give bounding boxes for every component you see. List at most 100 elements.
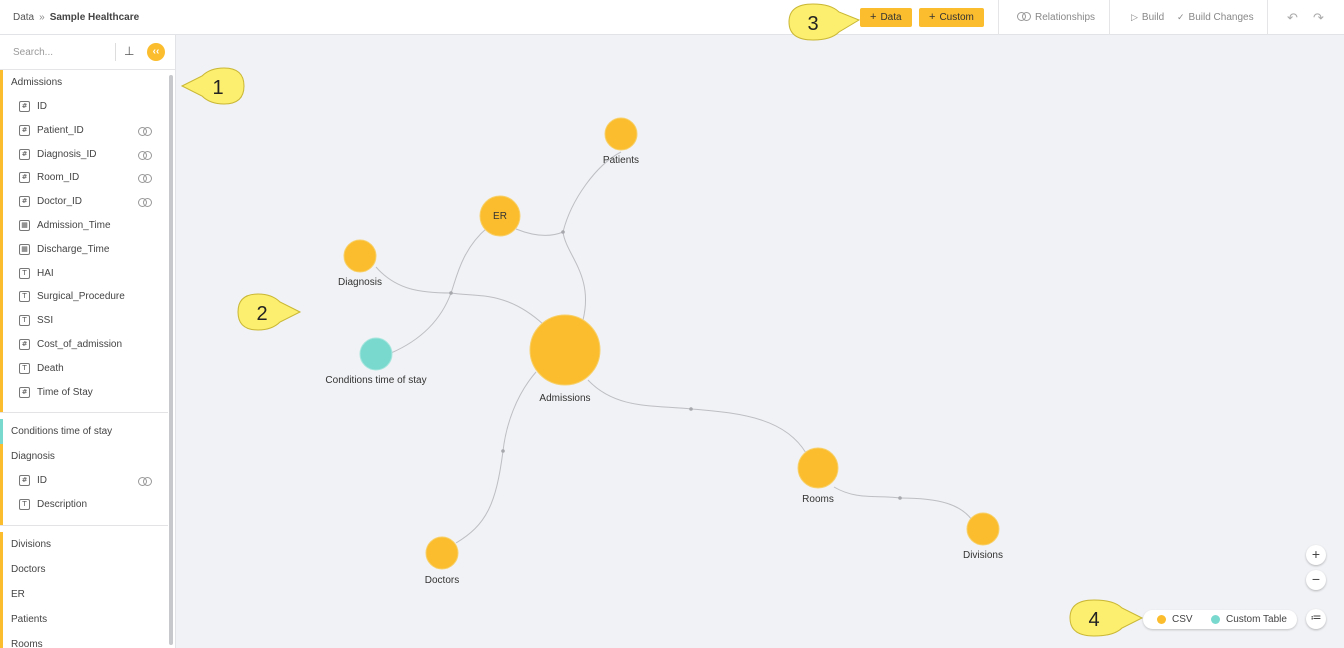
svg-text:ER: ER (493, 211, 507, 222)
number-type-icon: # (19, 386, 30, 398)
plus-icon: + (929, 11, 936, 23)
link-admissions-diagnosis (450, 292, 545, 326)
undo-icon[interactable]: ↶ (1287, 10, 1298, 26)
top-bar: Data» Sample Healthcare + Data + Custom Rel… (0, 0, 1344, 35)
junction-dot (898, 496, 902, 500)
field-name: Patient_ID (37, 124, 84, 136)
graph-links (375, 151, 973, 544)
node-rooms[interactable]: Rooms (797, 447, 839, 505)
search-input[interactable]: Search... (13, 47, 53, 58)
field-name: Cost_of_admission (37, 338, 123, 350)
field-name: Discharge_Time (37, 243, 110, 255)
svg-text:2: 2 (256, 303, 267, 325)
collapse-sidebar-button[interactable]: ‹‹ (147, 43, 165, 61)
zoom-out-button[interactable]: − (1306, 570, 1326, 590)
node-conditions[interactable]: Conditions time of stay (325, 337, 427, 386)
relationship-icon (138, 126, 154, 136)
svg-text:Patients: Patients (603, 155, 639, 166)
field-name: Surgical_Procedure (37, 291, 125, 303)
node-er[interactable]: ER (479, 195, 521, 237)
build-changes-button[interactable]: ✓ Build Changes (1177, 12, 1254, 23)
text-type-icon: T (19, 499, 30, 511)
junction-dot (501, 449, 505, 453)
svg-text:Rooms: Rooms (802, 494, 834, 505)
model-canvas[interactable]: Admissions Patients ER Diagnosis Conditi… (176, 35, 1344, 648)
redo-icon[interactable]: ↷ (1313, 10, 1324, 26)
relationships-button[interactable]: Relationships (1017, 12, 1095, 23)
table-name[interactable]: Diagnosis (3, 444, 168, 469)
field-name: ID (37, 475, 47, 487)
link-admissions-patients (562, 231, 587, 321)
field-row[interactable]: T SSI (3, 309, 168, 333)
field-row[interactable]: # ID (3, 469, 168, 493)
field-row[interactable]: T Death (3, 357, 168, 381)
field-row[interactable]: ▦ Admission_Time (3, 214, 168, 238)
build-changes-label: Build Changes (1188, 12, 1254, 23)
legend-csv-label: CSV (1172, 614, 1193, 625)
field-row[interactable]: # Patient_ID (3, 119, 168, 143)
number-type-icon: # (19, 124, 30, 136)
field-name: Death (37, 362, 64, 374)
add-custom-label: Custom (939, 12, 974, 23)
table-name[interactable]: Doctors (3, 557, 168, 582)
link-er-conditions (450, 227, 488, 294)
link-admissions-rooms (587, 379, 692, 410)
field-row[interactable]: # Room_ID (3, 166, 168, 190)
field-row[interactable]: T Surgical_Procedure (3, 285, 168, 309)
node-divisions[interactable]: Divisions (963, 512, 1003, 561)
field-name: SSI (37, 315, 54, 327)
link-er-junction (515, 228, 564, 236)
list-icon[interactable]: ≔ (1306, 609, 1326, 629)
table-group: Rooms (0, 631, 168, 648)
link-admissions-doctors (502, 371, 537, 452)
table-name[interactable]: Patients (3, 607, 168, 632)
field-name: HAI (37, 267, 54, 279)
field-row[interactable]: # Doctor_ID (3, 190, 168, 214)
text-type-icon: T (19, 315, 30, 327)
field-row[interactable]: T Description (3, 493, 168, 517)
node-diagnosis[interactable]: Diagnosis (338, 239, 382, 288)
table-name[interactable]: ER (3, 582, 168, 607)
field-row[interactable]: # Cost_of_admission (3, 333, 168, 357)
node-admissions[interactable]: Admissions (529, 314, 601, 404)
table-name[interactable]: Admissions (3, 70, 168, 95)
callout-1: 1 (180, 67, 245, 105)
group-divider (0, 524, 168, 526)
field-row[interactable]: # ID (3, 95, 168, 119)
table-name[interactable]: Conditions time of stay (3, 419, 168, 444)
svg-text:3: 3 (807, 13, 818, 35)
field-row[interactable]: ▦ Discharge_Time (3, 238, 168, 262)
group-divider (0, 412, 168, 414)
field-row[interactable]: # Diagnosis_ID (3, 143, 168, 167)
field-name: Diagnosis_ID (37, 148, 97, 160)
field-row[interactable]: # Time of Stay (3, 381, 168, 405)
pin-icon[interactable]: ⊥ (124, 44, 134, 58)
node-patients[interactable]: Patients (603, 117, 639, 166)
relationship-graph: Admissions Patients ER Diagnosis Conditi… (325, 117, 1003, 586)
junction-dot (561, 230, 565, 234)
number-type-icon: # (19, 172, 30, 184)
table-name[interactable]: Rooms (3, 632, 168, 648)
text-type-icon: T (19, 362, 30, 374)
build-button[interactable]: ▷ Build (1131, 12, 1164, 23)
table-group: Divisions (0, 531, 168, 557)
add-data-label: Data (880, 12, 902, 23)
node-doctors[interactable]: Doctors (425, 536, 459, 586)
sidebar-scrollbar[interactable] (169, 75, 173, 645)
sidebar: Search... ⊥ ‹‹ Admissions # ID # Patient_ID #… (0, 35, 176, 648)
field-name: Admission_Time (37, 219, 111, 231)
table-group: Diagnosis # ID T Description (0, 444, 168, 525)
field-name: ID (37, 101, 47, 112)
legend: CSV Custom Table (1143, 610, 1297, 629)
add-custom-button[interactable]: + Custom (919, 8, 984, 27)
table-group: Doctors (0, 556, 168, 582)
svg-text:Admissions: Admissions (539, 393, 590, 404)
field-row[interactable]: T HAI (3, 262, 168, 286)
toolbar-divider (1109, 0, 1110, 35)
table-name[interactable]: Divisions (3, 532, 168, 557)
zoom-in-button[interactable]: + (1306, 545, 1326, 565)
add-data-button[interactable]: + Data (860, 8, 912, 27)
breadcrumb-root[interactable]: Data (13, 12, 34, 23)
text-type-icon: T (19, 291, 30, 303)
number-type-icon: # (19, 196, 30, 208)
